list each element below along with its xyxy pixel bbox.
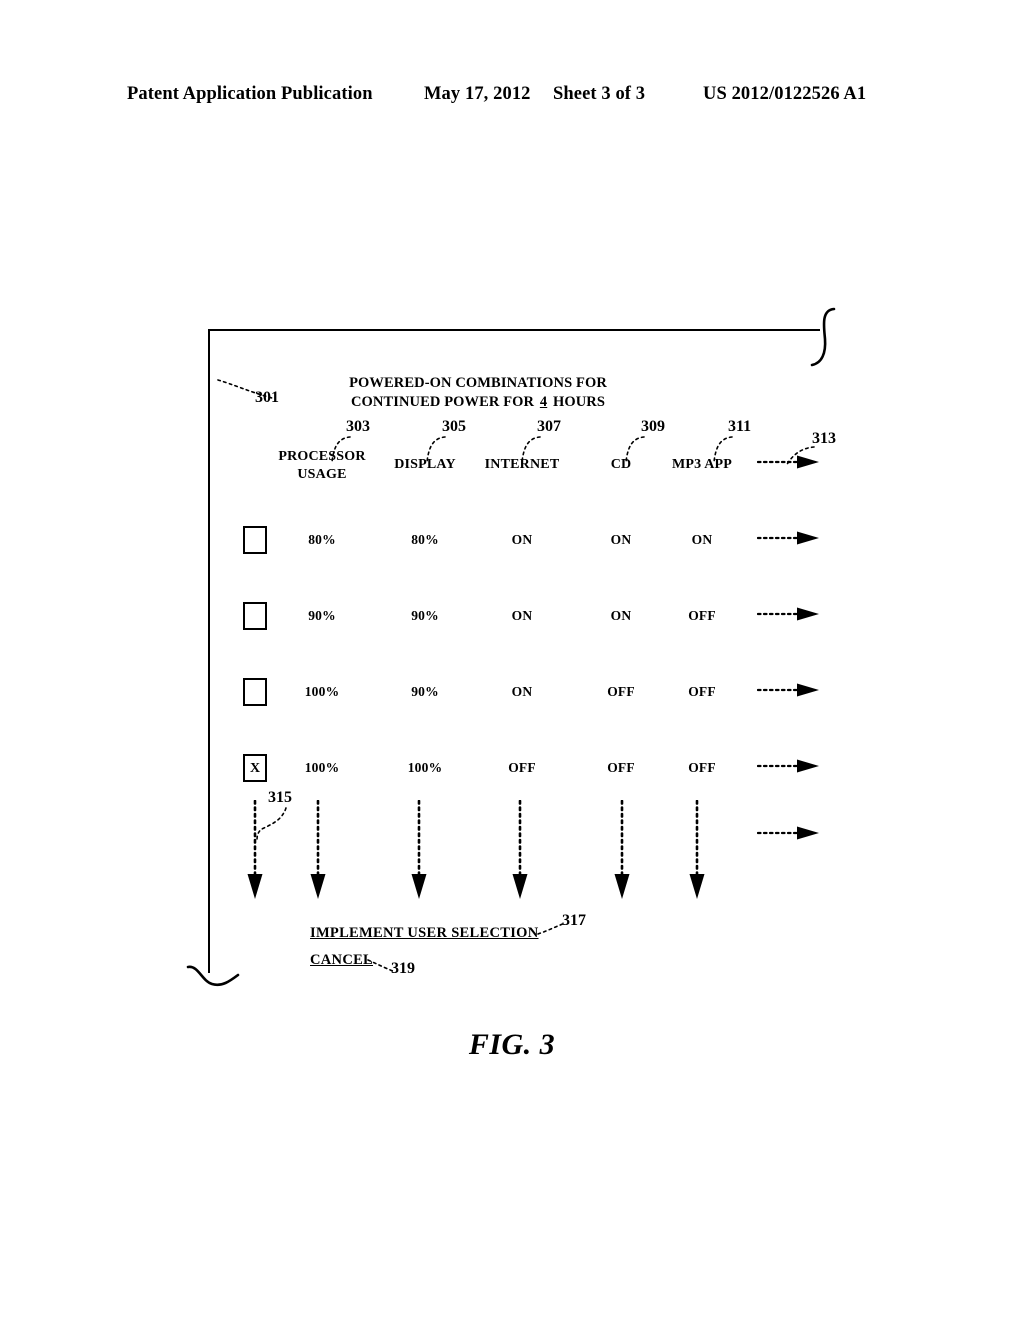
reference-numeral-313: 313: [812, 430, 836, 447]
reference-numeral-309: 309: [641, 418, 665, 435]
dotted-right-arrow-icon: [757, 531, 819, 545]
reference-numeral-301: 301: [255, 389, 279, 406]
cell-mp3-app: ON: [691, 532, 713, 547]
dotted-down-arrow-icon: [310, 800, 326, 899]
cell-processor-usage: 80%: [308, 532, 336, 547]
cell-display: 90%: [411, 608, 439, 623]
cell-processor-usage: 100%: [304, 684, 340, 699]
cell-cd: OFF: [607, 760, 635, 775]
reference-numeral-317: 317: [562, 912, 586, 929]
cell-display: 100%: [407, 760, 443, 775]
reference-numeral-311: 311: [728, 418, 752, 435]
frame-left-border: [208, 329, 210, 973]
dotted-right-arrow-icon: [757, 826, 819, 840]
header-patent-number: US 2012/0122526 A1: [703, 84, 867, 104]
header-publication-label: Patent Application Publication: [127, 84, 373, 104]
column-header-cd: CD: [610, 457, 632, 472]
cell-cd: ON: [610, 532, 632, 547]
hours-value[interactable]: 4: [538, 394, 549, 410]
cell-processor-usage: 100%: [304, 760, 340, 775]
break-squiggle-icon: [186, 965, 240, 987]
dotted-right-arrow-icon: [757, 683, 819, 697]
cell-mp3-app: OFF: [688, 684, 716, 699]
cell-mp3-app: OFF: [688, 760, 716, 775]
cell-internet: ON: [511, 532, 533, 547]
cell-internet: OFF: [508, 760, 536, 775]
column-header-processor-usage-line1: PROCESSOR: [278, 449, 366, 464]
dialog-title-line2-pre: CONTINUED POWER FOR: [350, 394, 535, 410]
dotted-right-arrow-icon: [757, 455, 819, 469]
dialog-title: POWERED-ON COMBINATIONS FOR CONTINUED PO…: [343, 374, 613, 412]
cell-display: 80%: [411, 532, 439, 547]
header-date-label: May 17, 2012: [424, 84, 531, 104]
reference-numeral-319: 319: [391, 960, 415, 977]
dotted-right-arrow-icon: [757, 607, 819, 621]
dotted-right-arrow-icon: [757, 759, 819, 773]
dialog-title-line2-post: HOURS: [552, 394, 606, 410]
dotted-down-arrow-icon: [512, 800, 528, 899]
dotted-down-arrow-icon: [614, 800, 630, 899]
cell-display: 90%: [411, 684, 439, 699]
dotted-down-arrow-icon: [411, 800, 427, 899]
cancel-link[interactable]: CANCEL: [310, 952, 373, 969]
implement-user-selection-link[interactable]: IMPLEMENT USER SELECTION: [310, 925, 539, 942]
column-header-processor-usage-line2: USAGE: [297, 467, 347, 482]
dotted-down-arrow-icon: [689, 800, 705, 899]
row-checkbox[interactable]: [243, 602, 267, 630]
row-checkbox[interactable]: [243, 678, 267, 706]
column-header-processor-usage: PROCESSOR USAGE: [270, 448, 374, 484]
column-header-display: DISPLAY: [394, 457, 456, 472]
row-checkbox[interactable]: [243, 526, 267, 554]
break-squiggle-icon: [810, 307, 836, 367]
reference-numeral-303: 303: [346, 418, 370, 435]
column-header-mp3-app: MP3 APP: [671, 457, 733, 472]
reference-numeral-307: 307: [537, 418, 561, 435]
cell-mp3-app: OFF: [688, 608, 716, 623]
header-sheet-label: Sheet 3 of 3: [553, 84, 646, 104]
row-checkbox[interactable]: X: [243, 754, 267, 782]
cell-cd: OFF: [607, 684, 635, 699]
cell-cd: ON: [610, 608, 632, 623]
figure-caption: FIG. 3: [468, 1028, 556, 1061]
dialog-title-line1: POWERED-ON COMBINATIONS FOR: [349, 375, 607, 391]
cell-internet: ON: [511, 608, 533, 623]
page-header: Patent Application Publication May 17, 2…: [0, 84, 1024, 110]
cell-processor-usage: 90%: [308, 608, 336, 623]
frame-top-border: [208, 329, 820, 331]
cell-internet: ON: [511, 684, 533, 699]
reference-numeral-315: 315: [268, 789, 292, 806]
column-header-internet: INTERNET: [484, 457, 560, 472]
reference-numeral-305: 305: [442, 418, 466, 435]
dotted-down-arrow-icon: [247, 800, 263, 899]
